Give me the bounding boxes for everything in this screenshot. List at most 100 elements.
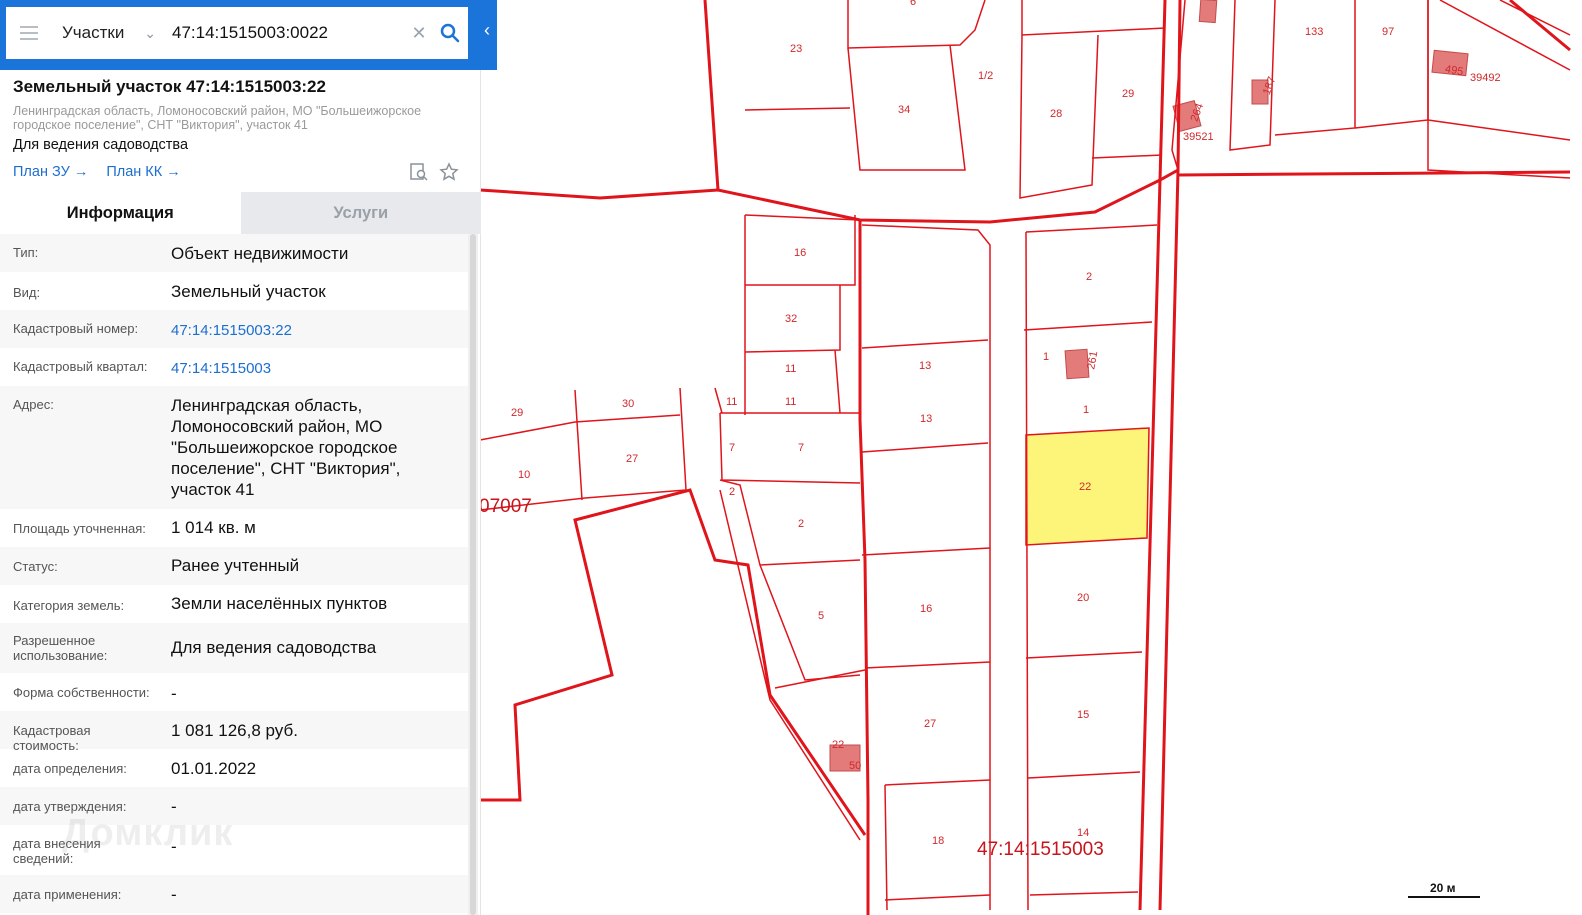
header-actions	[409, 162, 459, 187]
plan-kk-link[interactable]: План КК →	[106, 164, 180, 180]
plan-zu-label: План ЗУ	[13, 164, 70, 180]
menu-icon[interactable]	[6, 7, 52, 59]
row-value: Ранее учтенный	[171, 556, 300, 575]
watermark-logo: Домклик	[62, 812, 234, 854]
svg-text:22: 22	[832, 739, 844, 751]
svg-text:32: 32	[785, 313, 797, 325]
row-label: Площадь уточненная:	[13, 521, 146, 536]
info-row-cadastral-value: Кадастровая стоимость: 1 081 126,8 руб.	[0, 711, 468, 753]
svg-text:27: 27	[626, 453, 638, 465]
info-row-cadastral-number: Кадастровый номер: 47:14:1515003:22	[0, 310, 468, 348]
svg-text:10: 10	[518, 469, 530, 481]
row-value: 1 081 126,8 руб.	[171, 721, 298, 740]
plan-zu-link[interactable]: План ЗУ →	[13, 164, 88, 180]
buildings	[829, 0, 1469, 772]
row-value: 01.01.2022	[171, 759, 257, 778]
svg-text:7: 7	[798, 442, 804, 454]
map-scale: 20 м	[1408, 881, 1480, 899]
svg-text:11: 11	[785, 363, 796, 375]
svg-text:39492: 39492	[1470, 72, 1501, 84]
row-value: 1 014 кв. м	[171, 518, 256, 537]
svg-text:14: 14	[1077, 827, 1089, 839]
scale-line	[1408, 896, 1480, 898]
info-panel: Земельный участок 47:14:1515003:22 Ленин…	[0, 70, 481, 915]
row-label: дата применения:	[13, 887, 122, 902]
tab-bar: Информация Услуги	[0, 192, 481, 234]
row-value: Земли населённых пунктов	[171, 594, 388, 613]
svg-text:34: 34	[898, 104, 910, 116]
row-label: Кадастровая стоимость:	[13, 723, 91, 753]
panel-scrollbar[interactable]	[468, 234, 478, 915]
clear-icon[interactable]: ✕	[406, 23, 432, 44]
cadastral-number-link[interactable]: 47:14:1515003:22	[159, 320, 468, 341]
document-search-icon[interactable]	[409, 162, 429, 187]
svg-text:261: 261	[1085, 350, 1100, 370]
scale-label: 20 м	[1430, 881, 1456, 895]
row-label: Форма собственности:	[13, 685, 150, 700]
plan-links: План ЗУ → План КК →	[13, 164, 181, 180]
svg-text:2: 2	[1086, 271, 1092, 283]
info-row-type: Тип: Объект недвижимости	[0, 234, 468, 272]
row-label: Разрешенное использование:	[13, 633, 108, 663]
svg-text:133: 133	[1305, 26, 1323, 38]
collapse-panel-icon[interactable]: ‹	[478, 20, 496, 46]
info-row-status: Статус: Ранее учтенный	[0, 547, 468, 585]
row-value: Объект недвижимости	[171, 244, 349, 263]
svg-text:20: 20	[1077, 592, 1089, 604]
svg-text:1: 1	[1083, 404, 1089, 416]
svg-text:22: 22	[1079, 481, 1091, 493]
category-select-value: Участки	[62, 23, 125, 42]
svg-text:18: 18	[932, 835, 944, 847]
row-value: -	[171, 885, 177, 904]
svg-text:29: 29	[1122, 88, 1134, 100]
search-box: Участки ⌄ 47:14:1515003:0022 ✕	[6, 7, 468, 59]
svg-text:28: 28	[1050, 108, 1062, 120]
row-label: Категория земель:	[13, 598, 125, 613]
svg-text:27: 27	[924, 718, 936, 730]
row-value: Земельный участок	[171, 282, 326, 301]
info-row-permitted-use: Разрешенное использование: Для ведения с…	[0, 623, 468, 673]
plot-address: Ленинградская область, Ломоносовский рай…	[13, 104, 422, 132]
cadastral-quarter-link[interactable]: 47:14:1515003	[159, 358, 468, 379]
search-bar: Участки ⌄ 47:14:1515003:0022 ✕ ‹	[0, 0, 497, 70]
row-label: Кадастровый номер:	[13, 321, 139, 336]
svg-text:13: 13	[920, 413, 932, 425]
row-value: -	[171, 684, 177, 703]
scrollbar-thumb[interactable]	[470, 234, 476, 915]
quarter-boundaries	[479, 0, 1571, 915]
svg-text:5: 5	[818, 610, 824, 622]
search-icon[interactable]	[432, 7, 468, 59]
svg-text:23: 23	[790, 43, 802, 55]
svg-text:97: 97	[1382, 26, 1394, 38]
app: 6 23 1/2 28 29 34 264 39521 187 133 97 4…	[0, 0, 1582, 915]
quarter-label: 47:14:1515003	[977, 839, 1104, 860]
info-row-determination-date: дата определения: 01.01.2022	[0, 749, 468, 787]
svg-text:1/2: 1/2	[978, 70, 993, 82]
svg-text:2: 2	[729, 486, 735, 498]
info-row-land-category: Категория земель: Земли населённых пункт…	[0, 585, 468, 623]
info-row-kind: Вид: Земельный участок	[0, 272, 468, 310]
tab-info[interactable]: Информация	[0, 192, 241, 234]
category-select[interactable]: Участки ⌄	[52, 23, 164, 43]
svg-text:495: 495	[1444, 63, 1464, 78]
svg-text:39521: 39521	[1183, 131, 1214, 143]
info-row-area: Площадь уточненная: 1 014 кв. м	[0, 509, 468, 547]
row-label: Адрес:	[13, 397, 54, 412]
info-row-cadastral-quarter: Кадастровый квартал: 47:14:1515003	[0, 348, 468, 386]
svg-text:11: 11	[726, 396, 737, 408]
page-title: Земельный участок 47:14:1515003:22	[13, 77, 326, 96]
star-icon[interactable]	[439, 162, 459, 187]
row-value: Ленинградская область, Ломоносовский рай…	[171, 396, 401, 499]
svg-text:16: 16	[794, 247, 806, 259]
info-row-application-date: дата применения: -	[0, 875, 468, 913]
svg-text:50: 50	[849, 760, 861, 772]
tab-services[interactable]: Услуги	[240, 192, 481, 234]
plot-numbers: 6 23 1/2 28 29 34 264 39521 187 133 97 4…	[511, 0, 1501, 847]
row-label: Кадастровый квартал:	[13, 359, 148, 374]
parcel-boundaries	[479, 0, 1571, 911]
row-label: Статус:	[13, 559, 58, 574]
search-input[interactable]: 47:14:1515003:0022	[164, 23, 406, 43]
quarter-label-left: 07007	[479, 496, 532, 517]
row-value: Для ведения садоводства	[171, 638, 377, 657]
row-label: Вид:	[13, 285, 41, 300]
